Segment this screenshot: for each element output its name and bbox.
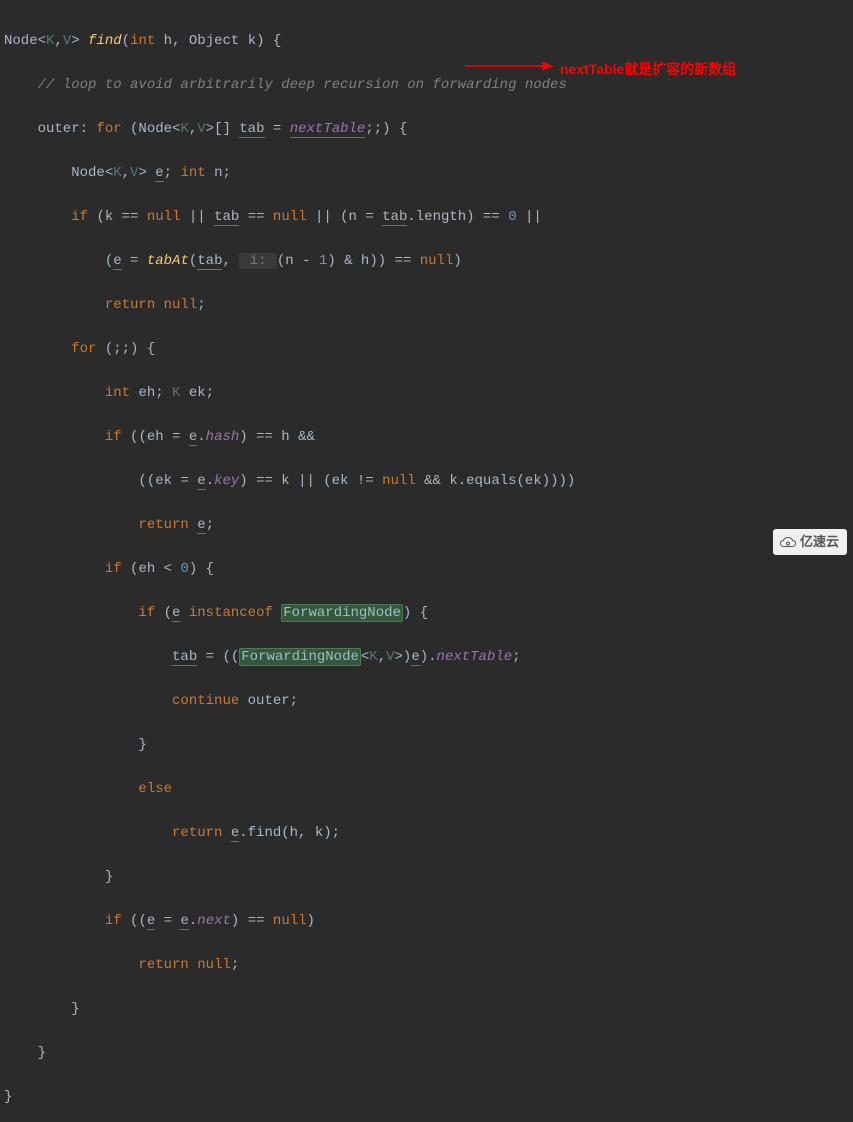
code-line: if (eh < 0) { [4, 558, 849, 580]
watermark: 亿速云 [773, 529, 847, 555]
annotation-text: nextTable就是扩容的新数组 [560, 58, 736, 80]
code-line: return null; [4, 954, 849, 976]
code-line: } [4, 734, 849, 756]
code-line: (e = tabAt(tab, i: (n - 1) & h)) == null… [4, 250, 849, 272]
code-line: Node<K,V> find(int h, Object k) { [4, 30, 849, 52]
code-line: continue outer; [4, 690, 849, 712]
code-line: } [4, 1086, 849, 1108]
code-line: if ((e = e.next) == null) [4, 910, 849, 932]
code-line: return e.find(h, k); [4, 822, 849, 844]
code-line: if (e instanceof ForwardingNode) { [4, 602, 849, 624]
code-line: } [4, 998, 849, 1020]
code-line: outer: for (Node<K,V>[] tab = nextTable;… [4, 118, 849, 140]
code-line: } [4, 1042, 849, 1064]
code-line: } [4, 866, 849, 888]
code-line: Node<K,V> e; int n; [4, 162, 849, 184]
code-line: tab = ((ForwardingNode<K,V>)e).nextTable… [4, 646, 849, 668]
code-line: for (;;) { [4, 338, 849, 360]
code-editor[interactable]: Node<K,V> find(int h, Object k) { // loo… [0, 0, 853, 1122]
code-line: if ((eh = e.hash) == h && [4, 426, 849, 448]
code-line: return e; [4, 514, 849, 536]
code-line: int eh; K ek; [4, 382, 849, 404]
code-line: else [4, 778, 849, 800]
code-line: ((ek = e.key) == k || (ek != null && k.e… [4, 470, 849, 492]
code-line: if (k == null || tab == null || (n = tab… [4, 206, 849, 228]
code-line: return null; [4, 294, 849, 316]
watermark-label: 亿速云 [800, 531, 839, 553]
cloud-icon [779, 535, 797, 549]
annotation-arrow-icon [465, 60, 560, 72]
